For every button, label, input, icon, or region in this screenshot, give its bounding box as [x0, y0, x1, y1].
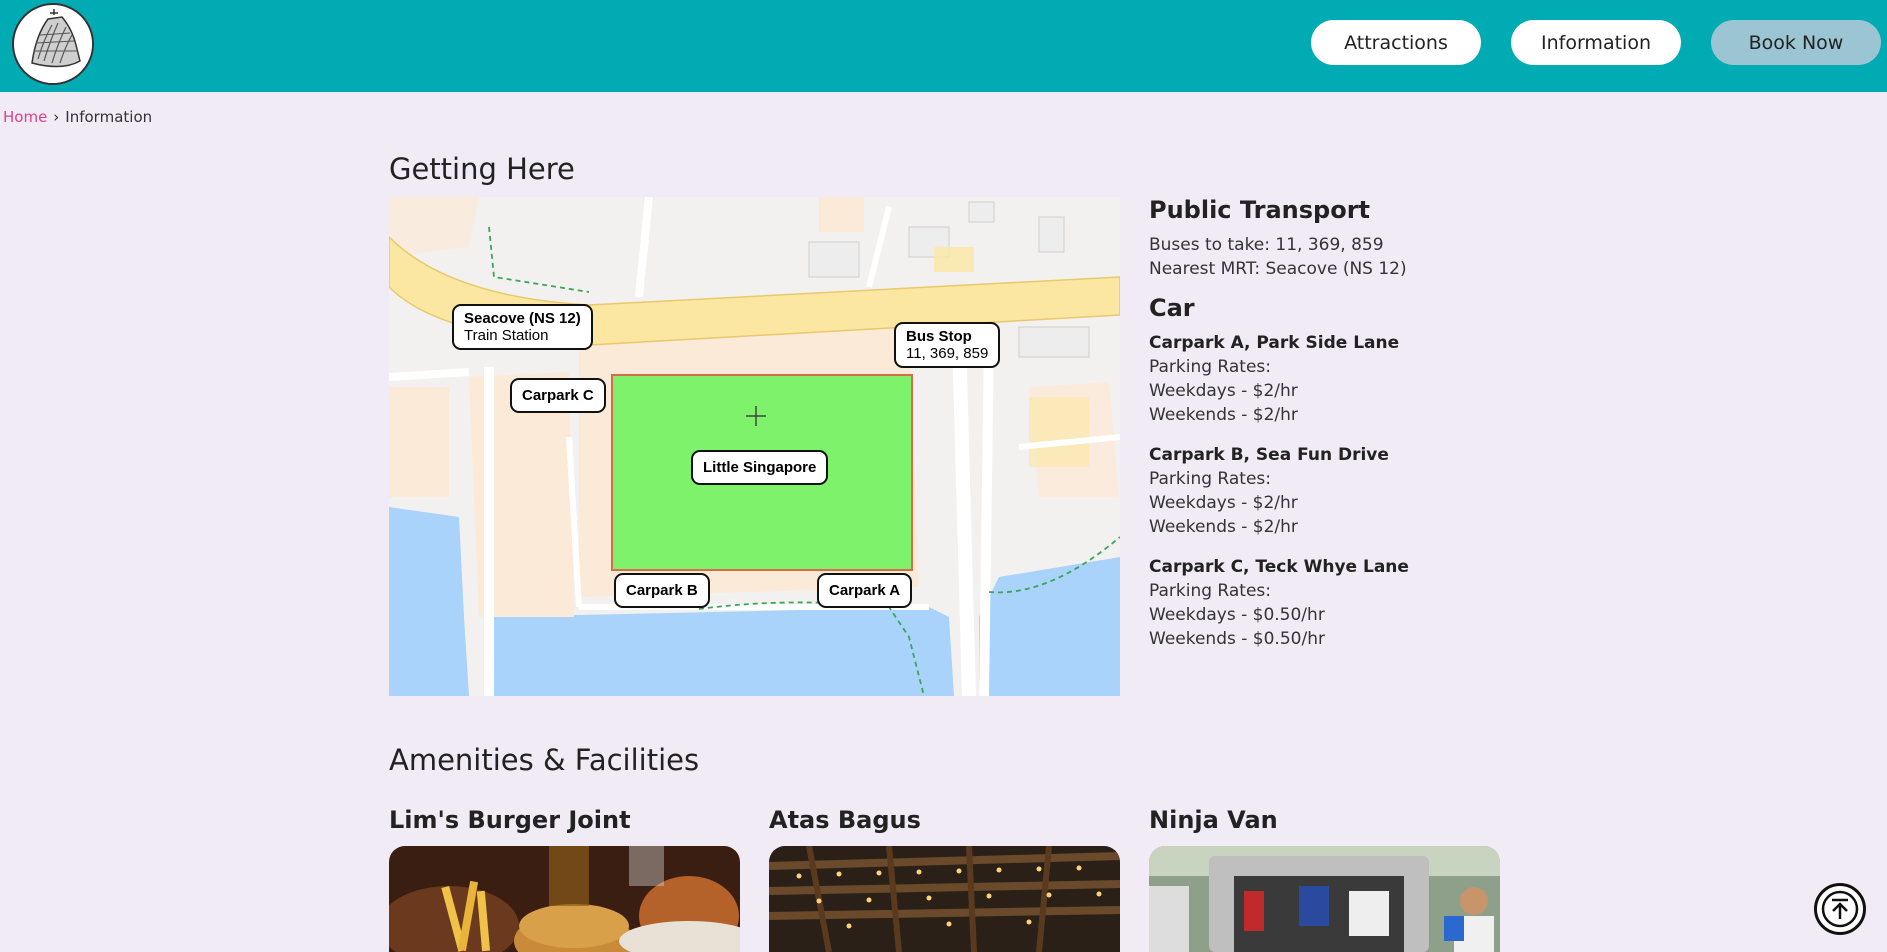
breadcrumb-separator: › — [53, 108, 60, 126]
parking-rates-label: Parking Rates: — [1149, 581, 1271, 601]
map-label-carpark-b[interactable]: Carpark B — [614, 573, 710, 608]
carpark-name: Carpark B, Sea Fun Drive — [1149, 445, 1389, 465]
carpark-c-label: Carpark C — [522, 387, 594, 404]
carpark-b-details: Carpark B, Sea Fun Drive Parking Rates: … — [1149, 443, 1509, 539]
carpark-name: Carpark A, Park Side Lane — [1149, 333, 1400, 353]
getting-here-heading: Getting Here — [389, 152, 575, 186]
transport-info: Public Transport Buses to take: 11, 369,… — [1149, 195, 1509, 651]
station-subtitle: Train Station — [464, 327, 549, 344]
map-background — [389, 197, 1120, 696]
parking-rates-label: Parking Rates: — [1149, 469, 1271, 489]
amenity-image-burger[interactable] — [389, 846, 740, 952]
parking-rates-label: Parking Rates: — [1149, 357, 1271, 377]
amenity-image-atas-bagus[interactable] — [769, 846, 1120, 952]
nav-book-now-button[interactable]: Book Now — [1711, 20, 1881, 65]
location-map[interactable]: Seacove (NS 12) Train Station Bus Stop 1… — [389, 197, 1120, 696]
breadcrumb: Home › Information — [3, 108, 152, 126]
arrow-up-circle-icon — [1821, 890, 1859, 928]
amenity-title-atas-bagus[interactable]: Atas Bagus — [769, 806, 921, 834]
station-title: Seacove (NS 12) — [464, 310, 581, 327]
weekend-rate: Weekends - $2/hr — [1149, 405, 1298, 425]
map-label-carpark-a[interactable]: Carpark A — [817, 573, 913, 608]
nav-information-button[interactable]: Information — [1511, 20, 1681, 65]
carpark-c-details: Carpark C, Teck Whye Lane Parking Rates:… — [1149, 555, 1509, 651]
weekday-rate: Weekdays - $2/hr — [1149, 493, 1298, 513]
carpark-a-label: Carpark A — [829, 582, 901, 599]
car-heading: Car — [1149, 294, 1195, 322]
weekday-rate: Weekdays - $0.50/hr — [1149, 605, 1325, 625]
breadcrumb-home-link[interactable]: Home — [3, 108, 47, 126]
breadcrumb-current: Information — [65, 108, 153, 126]
carpark-b-label: Carpark B — [626, 582, 698, 599]
map-label-bus-stop[interactable]: Bus Stop 11, 369, 859 — [894, 322, 1001, 368]
bus-stop-title: Bus Stop — [906, 328, 972, 345]
stadium-logo-icon[interactable] — [12, 3, 94, 85]
weekend-rate: Weekends - $2/hr — [1149, 517, 1298, 537]
buses-info: Buses to take: 11, 369, 859 — [1149, 235, 1384, 255]
weekend-rate: Weekends - $0.50/hr — [1149, 629, 1325, 649]
amenity-image-ninja-van[interactable] — [1149, 846, 1500, 952]
nav-attractions-button[interactable]: Attractions — [1311, 20, 1481, 65]
map-label-little-singapore[interactable]: Little Singapore — [691, 450, 829, 485]
scroll-to-top-button[interactable] — [1814, 883, 1866, 935]
amenity-title-burger[interactable]: Lim's Burger Joint — [389, 806, 631, 834]
map-label-carpark-c[interactable]: Carpark C — [510, 378, 606, 413]
mrt-info: Nearest MRT: Seacove (NS 12) — [1149, 259, 1407, 279]
top-navigation-bar: Attractions Information Book Now — [0, 0, 1887, 92]
little-singapore-label: Little Singapore — [703, 459, 817, 476]
carpark-a-details: Carpark A, Park Side Lane Parking Rates:… — [1149, 331, 1509, 427]
amenities-heading: Amenities & Facilities — [389, 743, 700, 777]
map-label-train-station[interactable]: Seacove (NS 12) Train Station — [452, 304, 593, 350]
bus-stop-routes: 11, 369, 859 — [906, 345, 989, 362]
weekday-rate: Weekdays - $2/hr — [1149, 381, 1298, 401]
amenity-title-ninja-van[interactable]: Ninja Van — [1149, 806, 1278, 834]
public-transport-heading: Public Transport — [1149, 196, 1371, 224]
carpark-name: Carpark C, Teck Whye Lane — [1149, 557, 1409, 577]
